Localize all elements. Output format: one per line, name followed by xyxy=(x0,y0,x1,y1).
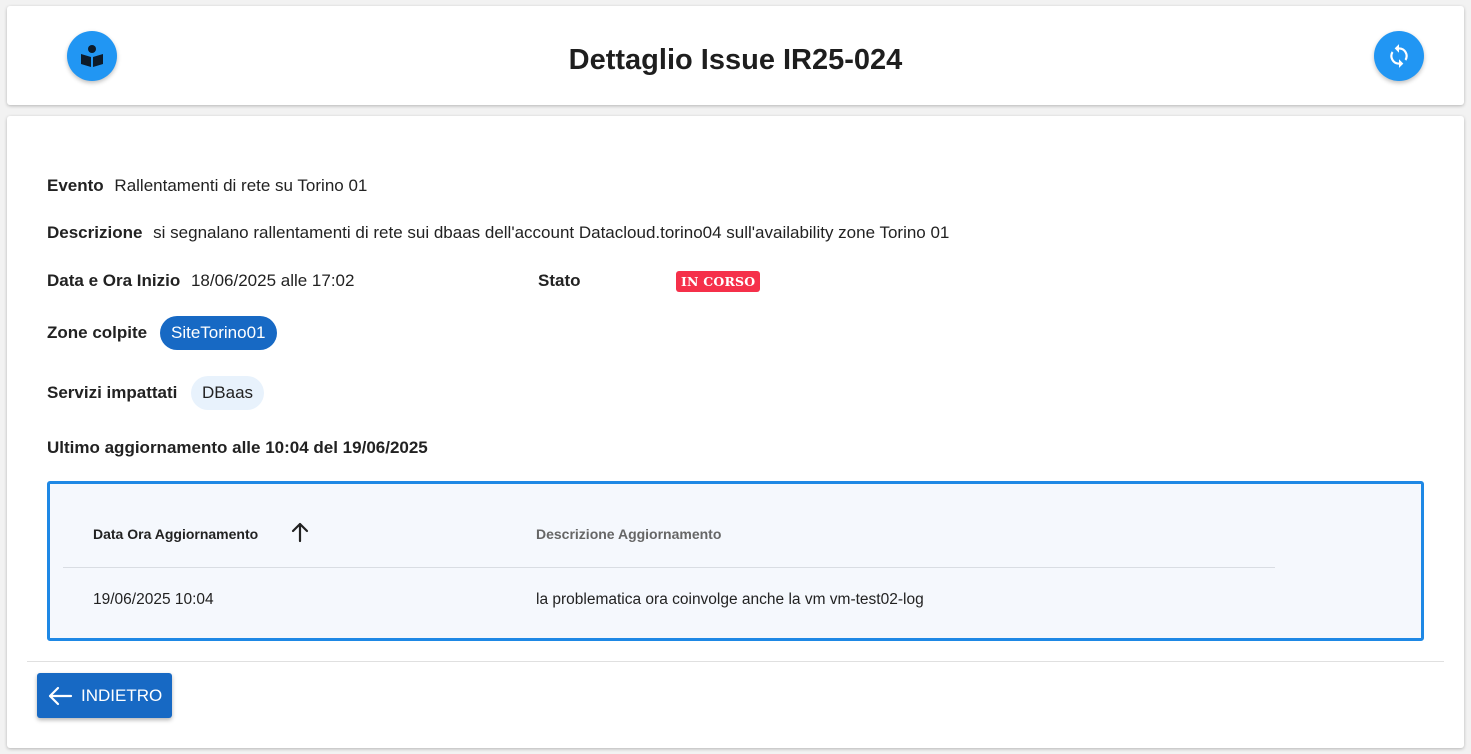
header-bar: Dettaglio Issue IR25-024 xyxy=(7,6,1464,105)
column-header-description[interactable]: Descrizione Aggiornamento xyxy=(536,526,721,542)
back-button-label: INDIETRO xyxy=(81,685,163,705)
data-inizio-value: 18/06/2025 alle 17:02 xyxy=(190,271,355,290)
data-inizio-field: Data e Ora Inizio 18/06/2025 alle 17:02 xyxy=(47,271,354,291)
footer-divider xyxy=(27,661,1444,662)
servizi-field: Servizi impattati xyxy=(47,383,183,403)
page-title: Dettaglio Issue IR25-024 xyxy=(568,44,903,76)
status-badge: IN CORSO xyxy=(676,271,761,292)
column-header-date[interactable]: Data Ora Aggiornamento xyxy=(93,526,258,542)
header-divider xyxy=(63,567,1275,568)
zone-label: Zone colpite xyxy=(47,323,148,342)
data-inizio-label: Data e Ora Inizio xyxy=(47,271,181,290)
arrow-up-icon xyxy=(291,522,309,543)
issue-detail-card: Evento Rallentamenti di rete su Torino 0… xyxy=(7,116,1464,748)
zone-chip[interactable]: SiteTorino01 xyxy=(160,316,277,350)
descrizione-field: Descrizione si segnalano rallentamenti d… xyxy=(47,223,949,243)
refresh-button[interactable] xyxy=(1374,31,1424,81)
last-update-text: Ultimo aggiornamento alle 10:04 del 19/0… xyxy=(47,438,428,457)
arrow-left-icon xyxy=(48,686,73,705)
stato-field: Stato xyxy=(538,271,587,291)
refresh-icon xyxy=(1390,44,1408,68)
descrizione-label: Descrizione xyxy=(47,223,143,242)
service-chip[interactable]: DBaas xyxy=(191,376,265,410)
back-button[interactable]: INDIETRO xyxy=(37,673,172,718)
evento-field: Evento Rallentamenti di rete su Torino 0… xyxy=(47,176,367,196)
sort-ascending-button[interactable] xyxy=(288,520,312,549)
evento-value: Rallentamenti di rete su Torino 01 xyxy=(114,176,368,195)
stato-label: Stato xyxy=(538,271,581,290)
zone-field: Zone colpite xyxy=(47,323,153,343)
descrizione-value: si segnalano rallentamenti di rete sui d… xyxy=(153,223,950,242)
evento-label: Evento xyxy=(47,176,104,195)
servizi-label: Servizi impattati xyxy=(47,383,178,402)
updates-table: Data Ora Aggiornamento Descrizione Aggio… xyxy=(47,481,1424,641)
table-cell-description: la problematica ora coinvolge anche la v… xyxy=(536,591,924,608)
table-cell-date: 19/06/2025 10:04 xyxy=(93,591,214,608)
